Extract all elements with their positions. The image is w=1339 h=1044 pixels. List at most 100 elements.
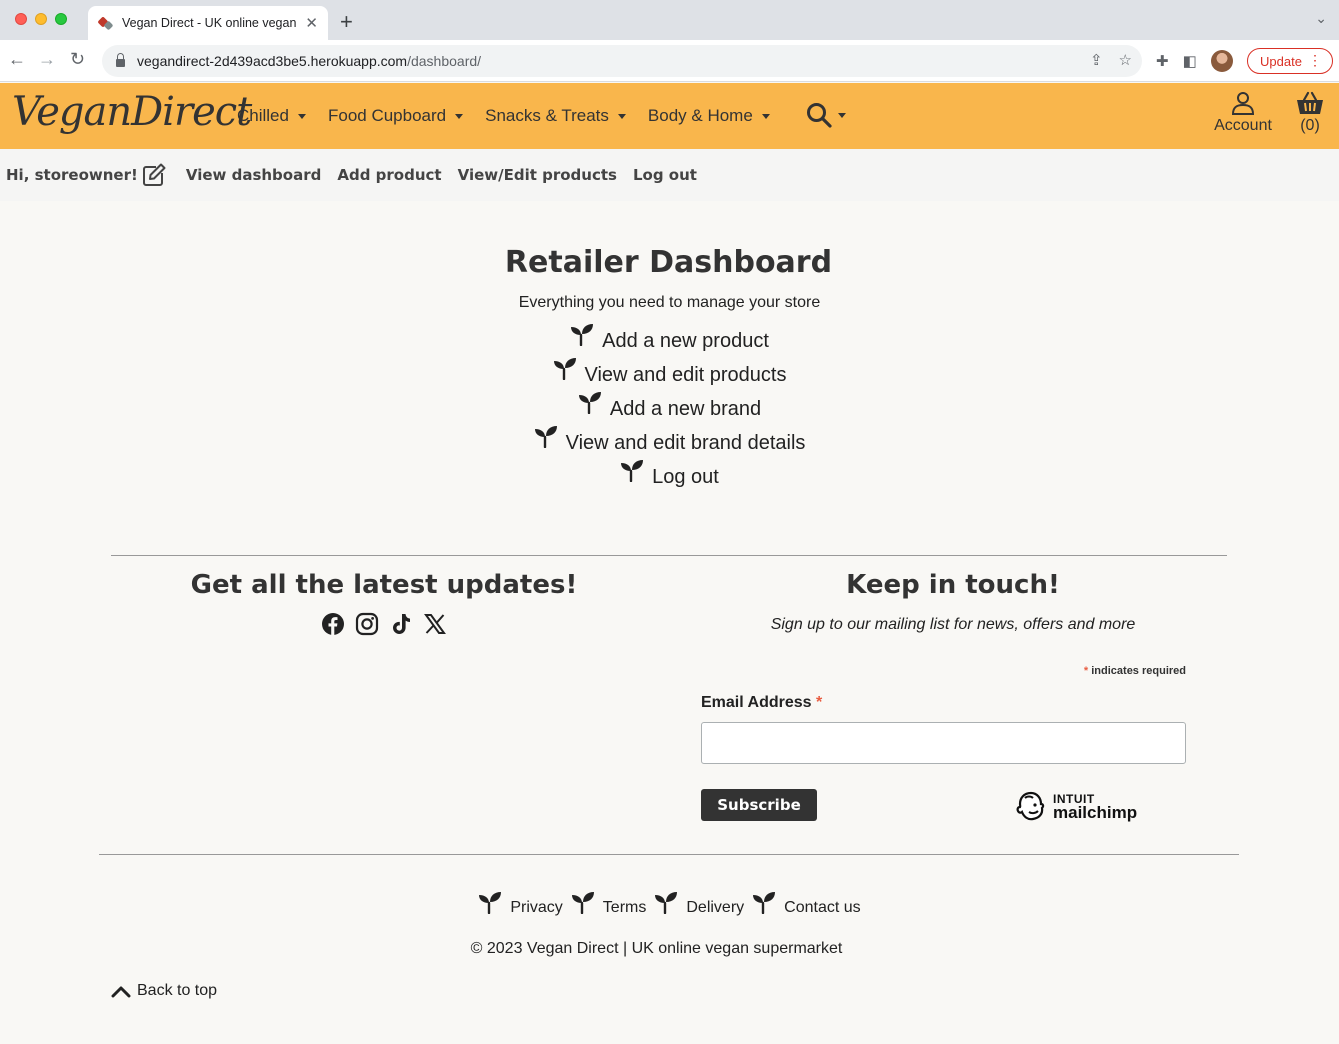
bookmark-star-icon[interactable]: ☆ [1119, 51, 1132, 69]
dashboard-link-add-brand[interactable]: Add a new brand [0, 392, 1339, 426]
dashboard-link-label: View and edit brand details [565, 431, 806, 454]
social-title: Get all the latest updates! [190, 570, 578, 600]
page-subtitle: Everything you need to manage your store [518, 294, 821, 311]
seedling-icon [478, 890, 502, 919]
footer-link-delivery[interactable]: Delivery [654, 890, 745, 922]
seedling-icon [570, 322, 594, 352]
dashboard-main: Retailer Dashboard Everything you need t… [0, 245, 1339, 494]
nav-item-snacks-treats[interactable]: Snacks & Treats [485, 106, 626, 126]
side-panel-icon[interactable]: ◧ [1183, 52, 1197, 70]
logout-link[interactable]: Log out [633, 166, 697, 184]
seedling-icon [553, 356, 577, 386]
dashboard-link-label: View and edit products [584, 363, 787, 386]
email-label: Email Address * [701, 694, 822, 712]
browser-tab[interactable]: Vegan Direct - UK online vegan supermark… [88, 6, 328, 40]
profile-avatar[interactable] [1210, 50, 1233, 72]
back-icon[interactable]: ← [8, 49, 26, 70]
nav-item-food-cupboard[interactable]: Food Cupboard [327, 106, 464, 126]
footer-links: Privacy Terms Delivery Contact us [0, 890, 1339, 922]
lock-icon [116, 53, 125, 67]
nav-label: Snacks & Treats [485, 106, 609, 125]
share-icon[interactable]: ⇪ [1090, 51, 1103, 69]
footer-divider [111, 555, 1227, 556]
window-minimize-button[interactable] [35, 13, 47, 25]
url-domain: vegandirect-2d439acd3be5.herokuapp.com [137, 53, 408, 69]
search-dropdown-toggle[interactable] [806, 102, 846, 128]
nav-label: Food Cupboard [327, 106, 447, 125]
address-bar[interactable]: vegandirect-2d439acd3be5.herokuapp.com/d… [102, 45, 1142, 77]
url-path: /dashboard/ [407, 53, 482, 69]
basket-link[interactable]: (0) [1295, 91, 1325, 135]
facebook-icon[interactable] [321, 612, 345, 636]
basket-icon [1297, 91, 1323, 114]
forward-icon[interactable]: → [38, 49, 56, 70]
footer-link-label: Delivery [686, 898, 745, 916]
dashboard-link-label: Add a new product [602, 329, 769, 352]
site-logo[interactable]: VeganDirect [12, 89, 252, 135]
mailchimp-badge[interactable]: INTUIT mailchimp [1015, 790, 1137, 822]
new-tab-button[interactable]: + [340, 9, 353, 35]
footer-link-contact[interactable]: Contact us [752, 892, 861, 922]
footer-link-terms[interactable]: Terms [571, 892, 647, 922]
site-header: VeganDirect Chilled Food Cupboard Snacks… [0, 83, 1339, 149]
reload-icon[interactable]: ↻ [70, 49, 85, 70]
page-title: Retailer Dashboard [504, 245, 833, 280]
update-button[interactable]: Update ⋮ [1247, 48, 1333, 74]
add-product-link[interactable]: Add product [337, 166, 441, 184]
window-close-button[interactable] [15, 13, 27, 25]
required-asterisk: * [816, 694, 823, 711]
footer-link-label: Terms [602, 898, 647, 916]
mailchimp-freddie-icon [1016, 791, 1045, 821]
caret-down-icon [617, 113, 626, 119]
browser-tab-bar: Vegan Direct - UK online vegan supermark… [0, 0, 1339, 40]
footer-link-privacy[interactable]: Privacy [478, 890, 563, 922]
chevron-up-icon [111, 986, 131, 998]
window-zoom-button[interactable] [55, 13, 67, 25]
dashboard-links: Add a new product View and edit products… [0, 324, 1339, 494]
dashboard-link-label: Log out [652, 465, 719, 488]
browser-toolbar: ← → ↻ vegandirect-2d439acd3be5.herokuapp… [0, 40, 1339, 82]
view-dashboard-link[interactable]: View dashboard [186, 166, 322, 184]
footer-divider-lower [99, 854, 1239, 855]
mailchimp-name: mailchimp [1053, 803, 1138, 822]
social-section: Get all the latest updates! [100, 570, 668, 636]
back-to-top-link[interactable]: Back to top [111, 982, 217, 1000]
required-note: * indicates required [700, 665, 1186, 677]
x-icon[interactable] [423, 612, 447, 636]
footer-link-label: Privacy [510, 898, 563, 916]
nav-item-body-home[interactable]: Body & Home [648, 106, 770, 126]
nav-item-chilled[interactable]: Chilled [237, 106, 306, 126]
user-icon [1231, 92, 1255, 115]
copyright: © 2023 Vegan Direct | UK online vegan su… [470, 940, 843, 957]
back-to-top-label: Back to top [137, 982, 218, 999]
caret-down-icon [838, 112, 846, 118]
dashboard-link-view-edit-brands[interactable]: View and edit brand details [0, 426, 1339, 460]
seedling-icon [620, 458, 644, 488]
tab-title: Vegan Direct - UK online vegan supermark… [122, 16, 299, 30]
greeting: Hi, storeowner! [6, 163, 166, 187]
extensions-puzzle-icon[interactable]: ✚ [1156, 52, 1169, 70]
dashboard-link-logout[interactable]: Log out [0, 460, 1339, 494]
caret-down-icon [297, 113, 306, 119]
tab-close-icon[interactable]: ✕ [305, 14, 318, 32]
email-field[interactable] [701, 722, 1186, 764]
seedling-icon [654, 890, 678, 919]
caret-down-icon [761, 113, 770, 119]
required-note-text: indicates required [1088, 665, 1186, 677]
email-label-text: Email Address [701, 694, 812, 711]
tiktok-icon[interactable] [389, 612, 413, 636]
instagram-icon[interactable] [355, 612, 379, 636]
newsletter-tagline: Sign up to our mailing list for news, of… [770, 616, 1136, 633]
basket-count: (0) [1300, 117, 1320, 134]
seedling-icon [578, 390, 602, 420]
main-nav: Chilled Food Cupboard Snacks & Treats Bo… [237, 106, 792, 126]
dashboard-link-view-edit-products[interactable]: View and edit products [0, 358, 1339, 392]
more-menu-icon: ⋮ [1308, 52, 1322, 68]
view-edit-products-link[interactable]: View/Edit products [458, 166, 617, 184]
nav-label: Body & Home [647, 106, 753, 125]
tab-search-icon[interactable]: ⌄ [1315, 10, 1327, 27]
subscribe-button[interactable]: Subscribe [701, 789, 817, 821]
caret-down-icon [455, 113, 464, 119]
account-link[interactable]: Account [1212, 91, 1274, 135]
dashboard-link-add-product[interactable]: Add a new product [0, 324, 1339, 358]
